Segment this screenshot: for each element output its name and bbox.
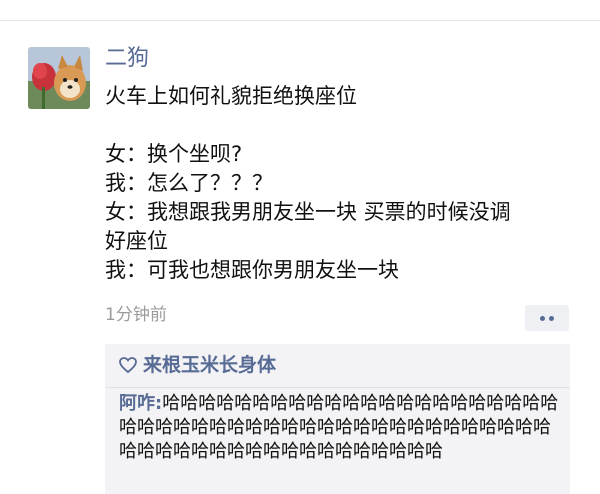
likes-divider: [105, 387, 570, 388]
post-author-name[interactable]: 二狗: [105, 44, 149, 74]
post-line: 女：换个坐呗?: [105, 142, 243, 166]
comment-author[interactable]: 阿咋:: [119, 393, 162, 414]
more-actions-button[interactable]: [525, 305, 569, 331]
post-line: 我：怎么了？？？: [105, 171, 273, 195]
more-dot-icon: [549, 316, 554, 321]
likes-comments-panel: 来根玉米长身体 阿咋:哈哈哈哈哈哈哈哈哈哈哈哈哈哈哈哈哈哈哈哈哈哈哈哈哈哈哈哈哈…: [105, 344, 570, 494]
comment-item[interactable]: 阿咋:哈哈哈哈哈哈哈哈哈哈哈哈哈哈哈哈哈哈哈哈哈哈哈哈哈哈哈哈哈哈哈哈哈哈哈哈哈…: [119, 392, 564, 464]
heart-outline-icon: [119, 354, 137, 380]
comment-text: 哈哈哈哈哈哈哈哈哈哈哈哈哈哈哈哈哈哈哈哈哈哈哈哈哈哈哈哈哈哈哈哈哈哈哈哈哈哈哈哈…: [119, 393, 559, 462]
post-timestamp: 1分钟前: [105, 305, 167, 325]
post-line: 火车上如何礼貌拒绝换座位: [105, 84, 357, 108]
post-line: 好座位: [105, 229, 168, 253]
post-line: 女：我想跟我男朋友坐一块 买票的时候没调: [105, 200, 511, 224]
top-divider: [0, 20, 600, 21]
post-content: 火车上如何礼貌拒绝换座位 女：换个坐呗? 我：怎么了？？？ 女：我想跟我男朋友坐…: [105, 82, 575, 285]
avatar[interactable]: [28, 47, 90, 109]
likes-row: 来根玉米长身体: [119, 352, 276, 380]
more-dot-icon: [540, 316, 545, 321]
post-line: 我：可我也想跟你男朋友坐一块: [105, 258, 399, 282]
liker-name[interactable]: 来根玉米长身体: [143, 354, 276, 376]
avatar-image: [28, 47, 90, 109]
